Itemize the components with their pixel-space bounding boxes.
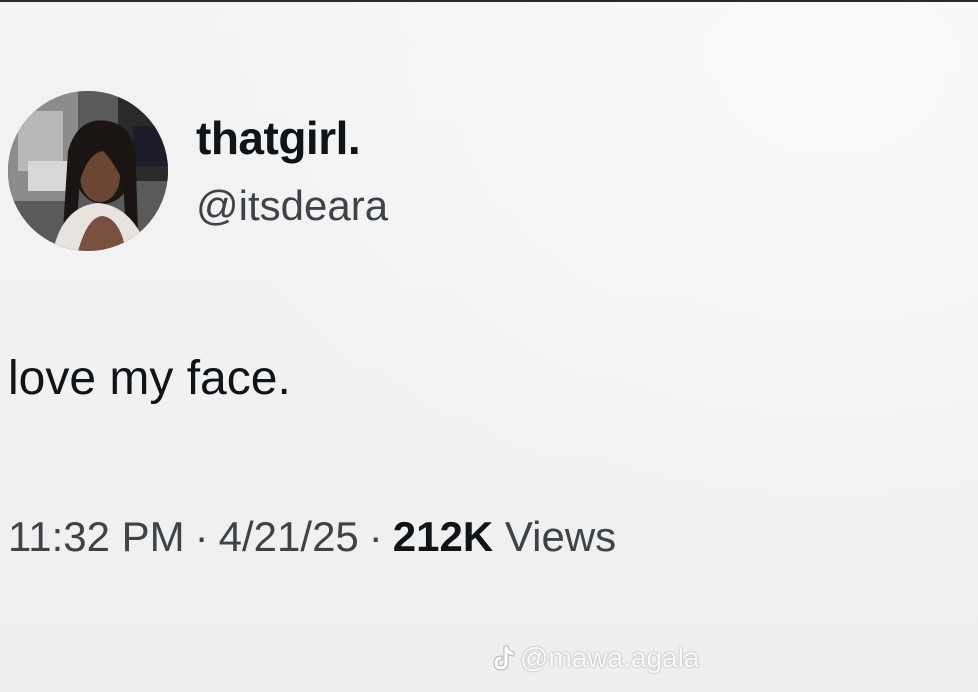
avatar[interactable] [8, 91, 168, 251]
watermark-handle: @mawa.agala [520, 642, 700, 673]
display-name[interactable]: thatgirl. [196, 110, 361, 166]
tweet-time[interactable]: 11:32 PM [8, 513, 185, 560]
avatar-photo [8, 91, 168, 251]
user-handle[interactable]: @itsdeara [196, 180, 388, 232]
tweet-meta: 11:32 PM · 4/21/25 · 212K Views [8, 510, 616, 564]
tweet-date[interactable]: 4/21/25 [219, 513, 359, 560]
meta-separator: · [368, 513, 383, 560]
top-border [0, 0, 978, 2]
tweet-text: love my face. [8, 352, 291, 405]
screenshot-background [0, 0, 978, 692]
views-label: Views [504, 513, 617, 560]
tiktok-watermark: @mawa.agala [490, 640, 699, 676]
meta-separator: · [194, 513, 209, 560]
tiktok-icon [490, 644, 516, 672]
view-count: 212K [392, 513, 494, 560]
